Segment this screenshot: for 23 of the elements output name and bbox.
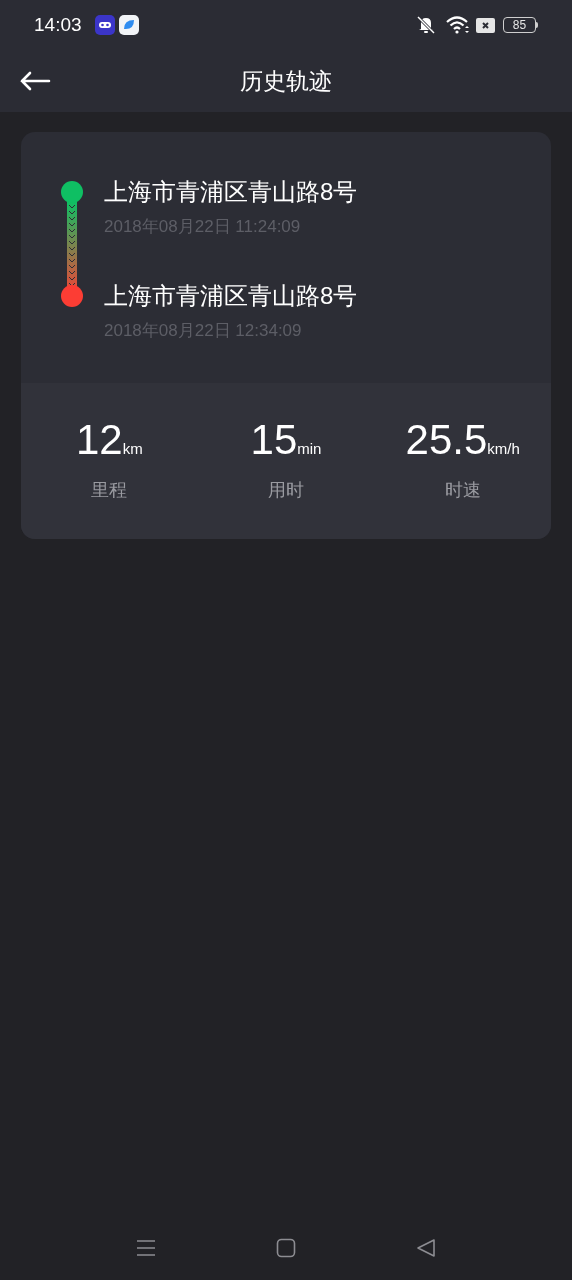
no-sim-icon	[476, 17, 495, 33]
app-icon	[118, 15, 139, 35]
stat-unit: km/h	[487, 438, 520, 459]
mute-icon	[415, 15, 437, 35]
stat-value: 12	[75, 418, 123, 461]
stat-label: 里程	[91, 478, 128, 502]
status-time: 14:03	[34, 12, 82, 37]
menu-icon[interactable]	[136, 1238, 156, 1258]
stat-label: 时速	[444, 478, 481, 502]
stat-unit: km	[122, 439, 143, 459]
back-arrow-icon	[19, 71, 51, 91]
stat-value: 15	[250, 418, 298, 461]
page-title: 历史轨迹	[240, 66, 332, 96]
stat-value: 25.5	[405, 418, 488, 461]
battery-icon: 85	[503, 17, 538, 33]
address-text: 上海市青浦区青山路8号	[104, 177, 358, 207]
back-icon[interactable]	[416, 1238, 436, 1258]
address-text: 上海市青浦区青山路8号	[104, 280, 358, 311]
wifi-icon	[446, 16, 470, 34]
home-icon[interactable]	[276, 1238, 296, 1258]
stat-label: 用时	[268, 478, 304, 502]
app-icon	[94, 15, 115, 35]
stat-unit: min	[297, 438, 322, 459]
